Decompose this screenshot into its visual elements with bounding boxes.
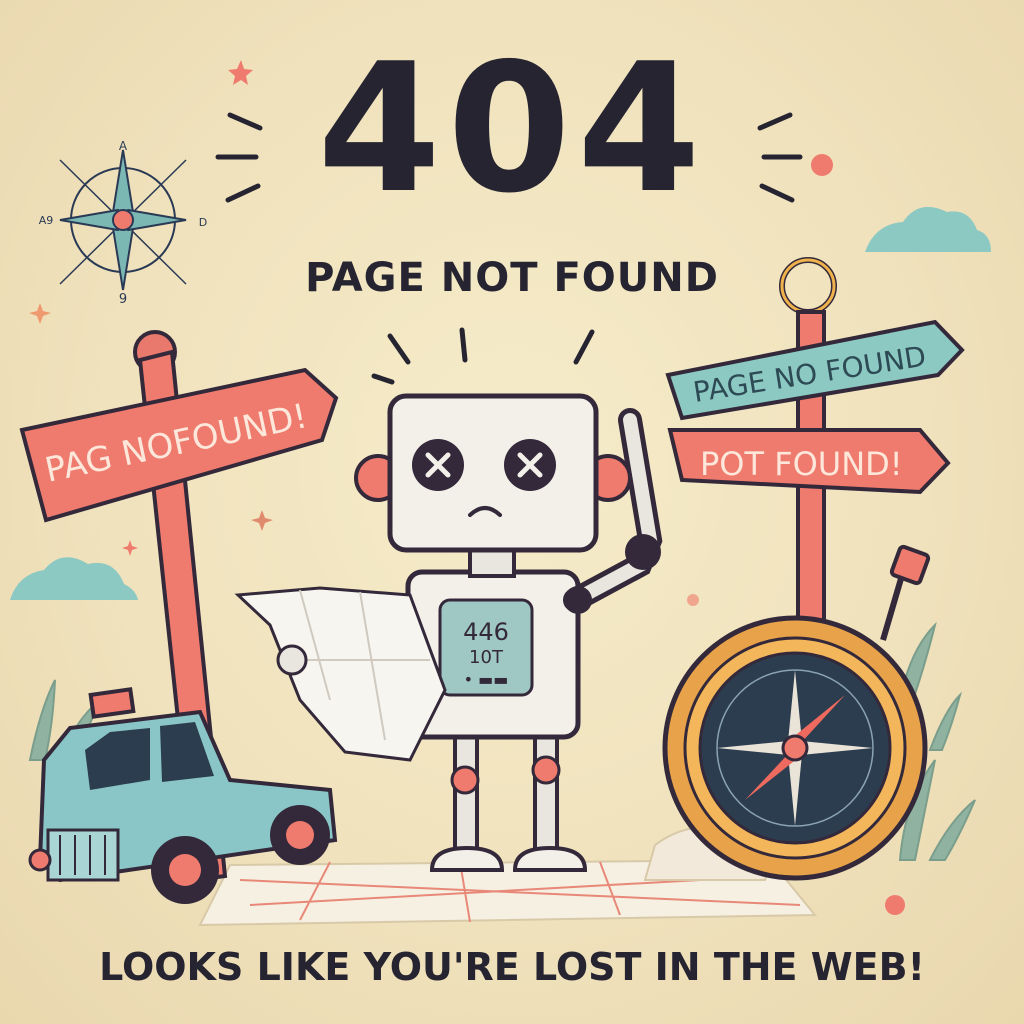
star-icon (251, 510, 273, 531)
cloud-icon (10, 557, 138, 600)
robot-chest-line3: • ▬▬ (464, 670, 509, 689)
sign-right-bottom-text: POT FOUND! (700, 445, 903, 483)
dot-icon (687, 594, 699, 606)
error-code: 404 (317, 25, 707, 232)
tagline: LOOKS LIKE YOU'RE LOST IN THE WEB! (99, 945, 925, 989)
error-illustration: A A9 D 9 PAG NOFOUND! PAGE NO FOUND POT … (0, 0, 1024, 1024)
star-icon (122, 540, 138, 556)
star-icon (29, 303, 51, 324)
page-title: PAGE NOT FOUND (305, 255, 719, 301)
robot-chest-line2: 10T (469, 647, 504, 668)
dot-icon (885, 895, 905, 915)
robot-chest-line1: 446 (463, 618, 509, 646)
